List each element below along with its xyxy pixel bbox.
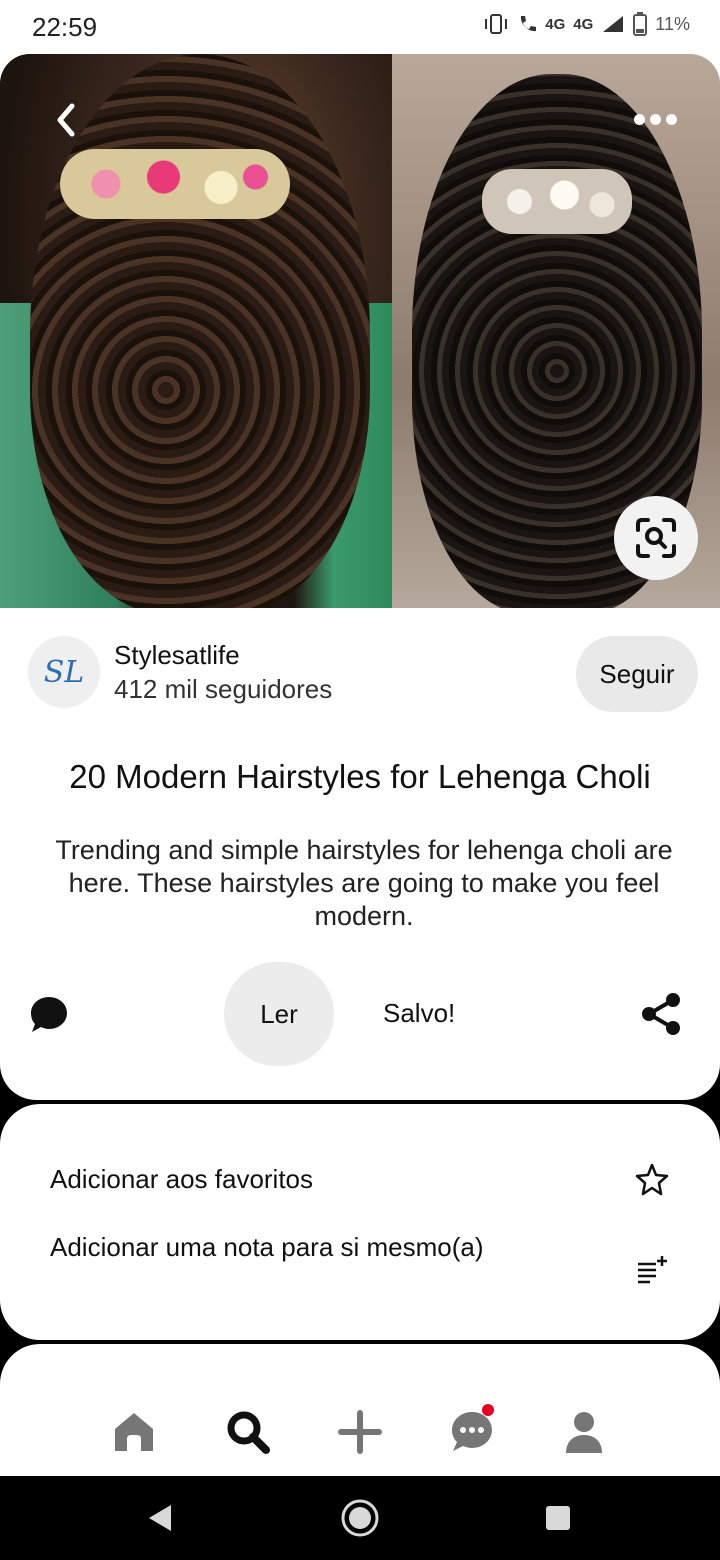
action-row: Ler Salvo! [0, 962, 720, 1066]
avatar[interactable]: SL [28, 636, 100, 708]
vibrate-icon [485, 14, 508, 34]
dot [633, 113, 645, 125]
home-circle-icon [341, 1499, 379, 1537]
volte-call-icon [521, 16, 537, 32]
system-recents-button[interactable] [538, 1498, 578, 1538]
nav-search[interactable] [224, 1408, 272, 1456]
follow-button[interactable]: Seguir [576, 636, 698, 712]
system-back-button[interactable] [140, 1498, 180, 1538]
creator-row: SL Stylesatlife 412 mil seguidores Segui… [28, 636, 698, 716]
comment-button[interactable] [28, 994, 70, 1036]
back-button[interactable] [48, 98, 84, 142]
network-type-2: 4G [573, 15, 594, 33]
profile-icon [566, 1412, 602, 1453]
battery-percent: 11% [655, 13, 690, 34]
more-options-button[interactable] [630, 102, 680, 136]
network-type: 4G [545, 15, 566, 33]
system-nav-bar [0, 1476, 720, 1560]
system-home-button[interactable] [340, 1498, 380, 1538]
notification-dot [482, 1404, 494, 1416]
plus-icon [338, 1410, 382, 1454]
back-triangle-icon [149, 1505, 171, 1531]
dot [649, 113, 661, 125]
dot [665, 113, 677, 125]
comment-icon [31, 997, 67, 1032]
home-icon [115, 1413, 153, 1451]
creator-name[interactable]: Stylesatlife [114, 640, 240, 671]
visual-search-button[interactable] [614, 496, 698, 580]
share-button[interactable] [640, 992, 682, 1036]
option-label: Adicionar uma nota para si mesmo(a) [50, 1232, 484, 1262]
battery-icon [633, 12, 648, 36]
pin-title: 20 Modern Hairstyles for Lehenga Choli [69, 758, 651, 795]
share-icon [642, 993, 680, 1035]
star-outline-icon [635, 1163, 669, 1196]
nav-profile[interactable] [560, 1408, 608, 1456]
add-note-option[interactable]: Adicionar uma nota para si mesmo(a) [50, 1230, 670, 1310]
status-time: 22:59 [32, 12, 98, 42]
search-icon [227, 1411, 270, 1454]
pin-card: SL Stylesatlife 412 mil seguidores Segui… [0, 54, 720, 1100]
bottom-nav [0, 1344, 720, 1476]
status-icons: 4G 4G 11% [483, 12, 690, 36]
signal-icon [603, 16, 624, 32]
nav-create[interactable] [336, 1408, 384, 1456]
nav-home[interactable] [110, 1408, 158, 1456]
pin-image[interactable] [0, 54, 720, 608]
option-label: Adicionar aos favoritos [50, 1164, 314, 1194]
options-card: Adicionar aos favoritos Adicionar uma no… [0, 1104, 720, 1340]
follower-count: 412 mil seguidores [114, 674, 333, 704]
nav-messages[interactable] [448, 1404, 496, 1456]
status-bar: 22:59 4G 4G 11% [0, 0, 720, 54]
add-to-favorites-option[interactable]: Adicionar aos favoritos [50, 1162, 670, 1202]
pin-description: Trending and simple hairstyles for lehen… [55, 835, 673, 931]
saved-button[interactable]: Salvo! [383, 998, 455, 1029]
add-note-icon [638, 1256, 667, 1284]
lens-search-icon [636, 518, 676, 558]
chevron-left-icon [57, 103, 75, 137]
read-button[interactable]: Ler [224, 962, 334, 1066]
recents-square-icon [546, 1506, 570, 1530]
